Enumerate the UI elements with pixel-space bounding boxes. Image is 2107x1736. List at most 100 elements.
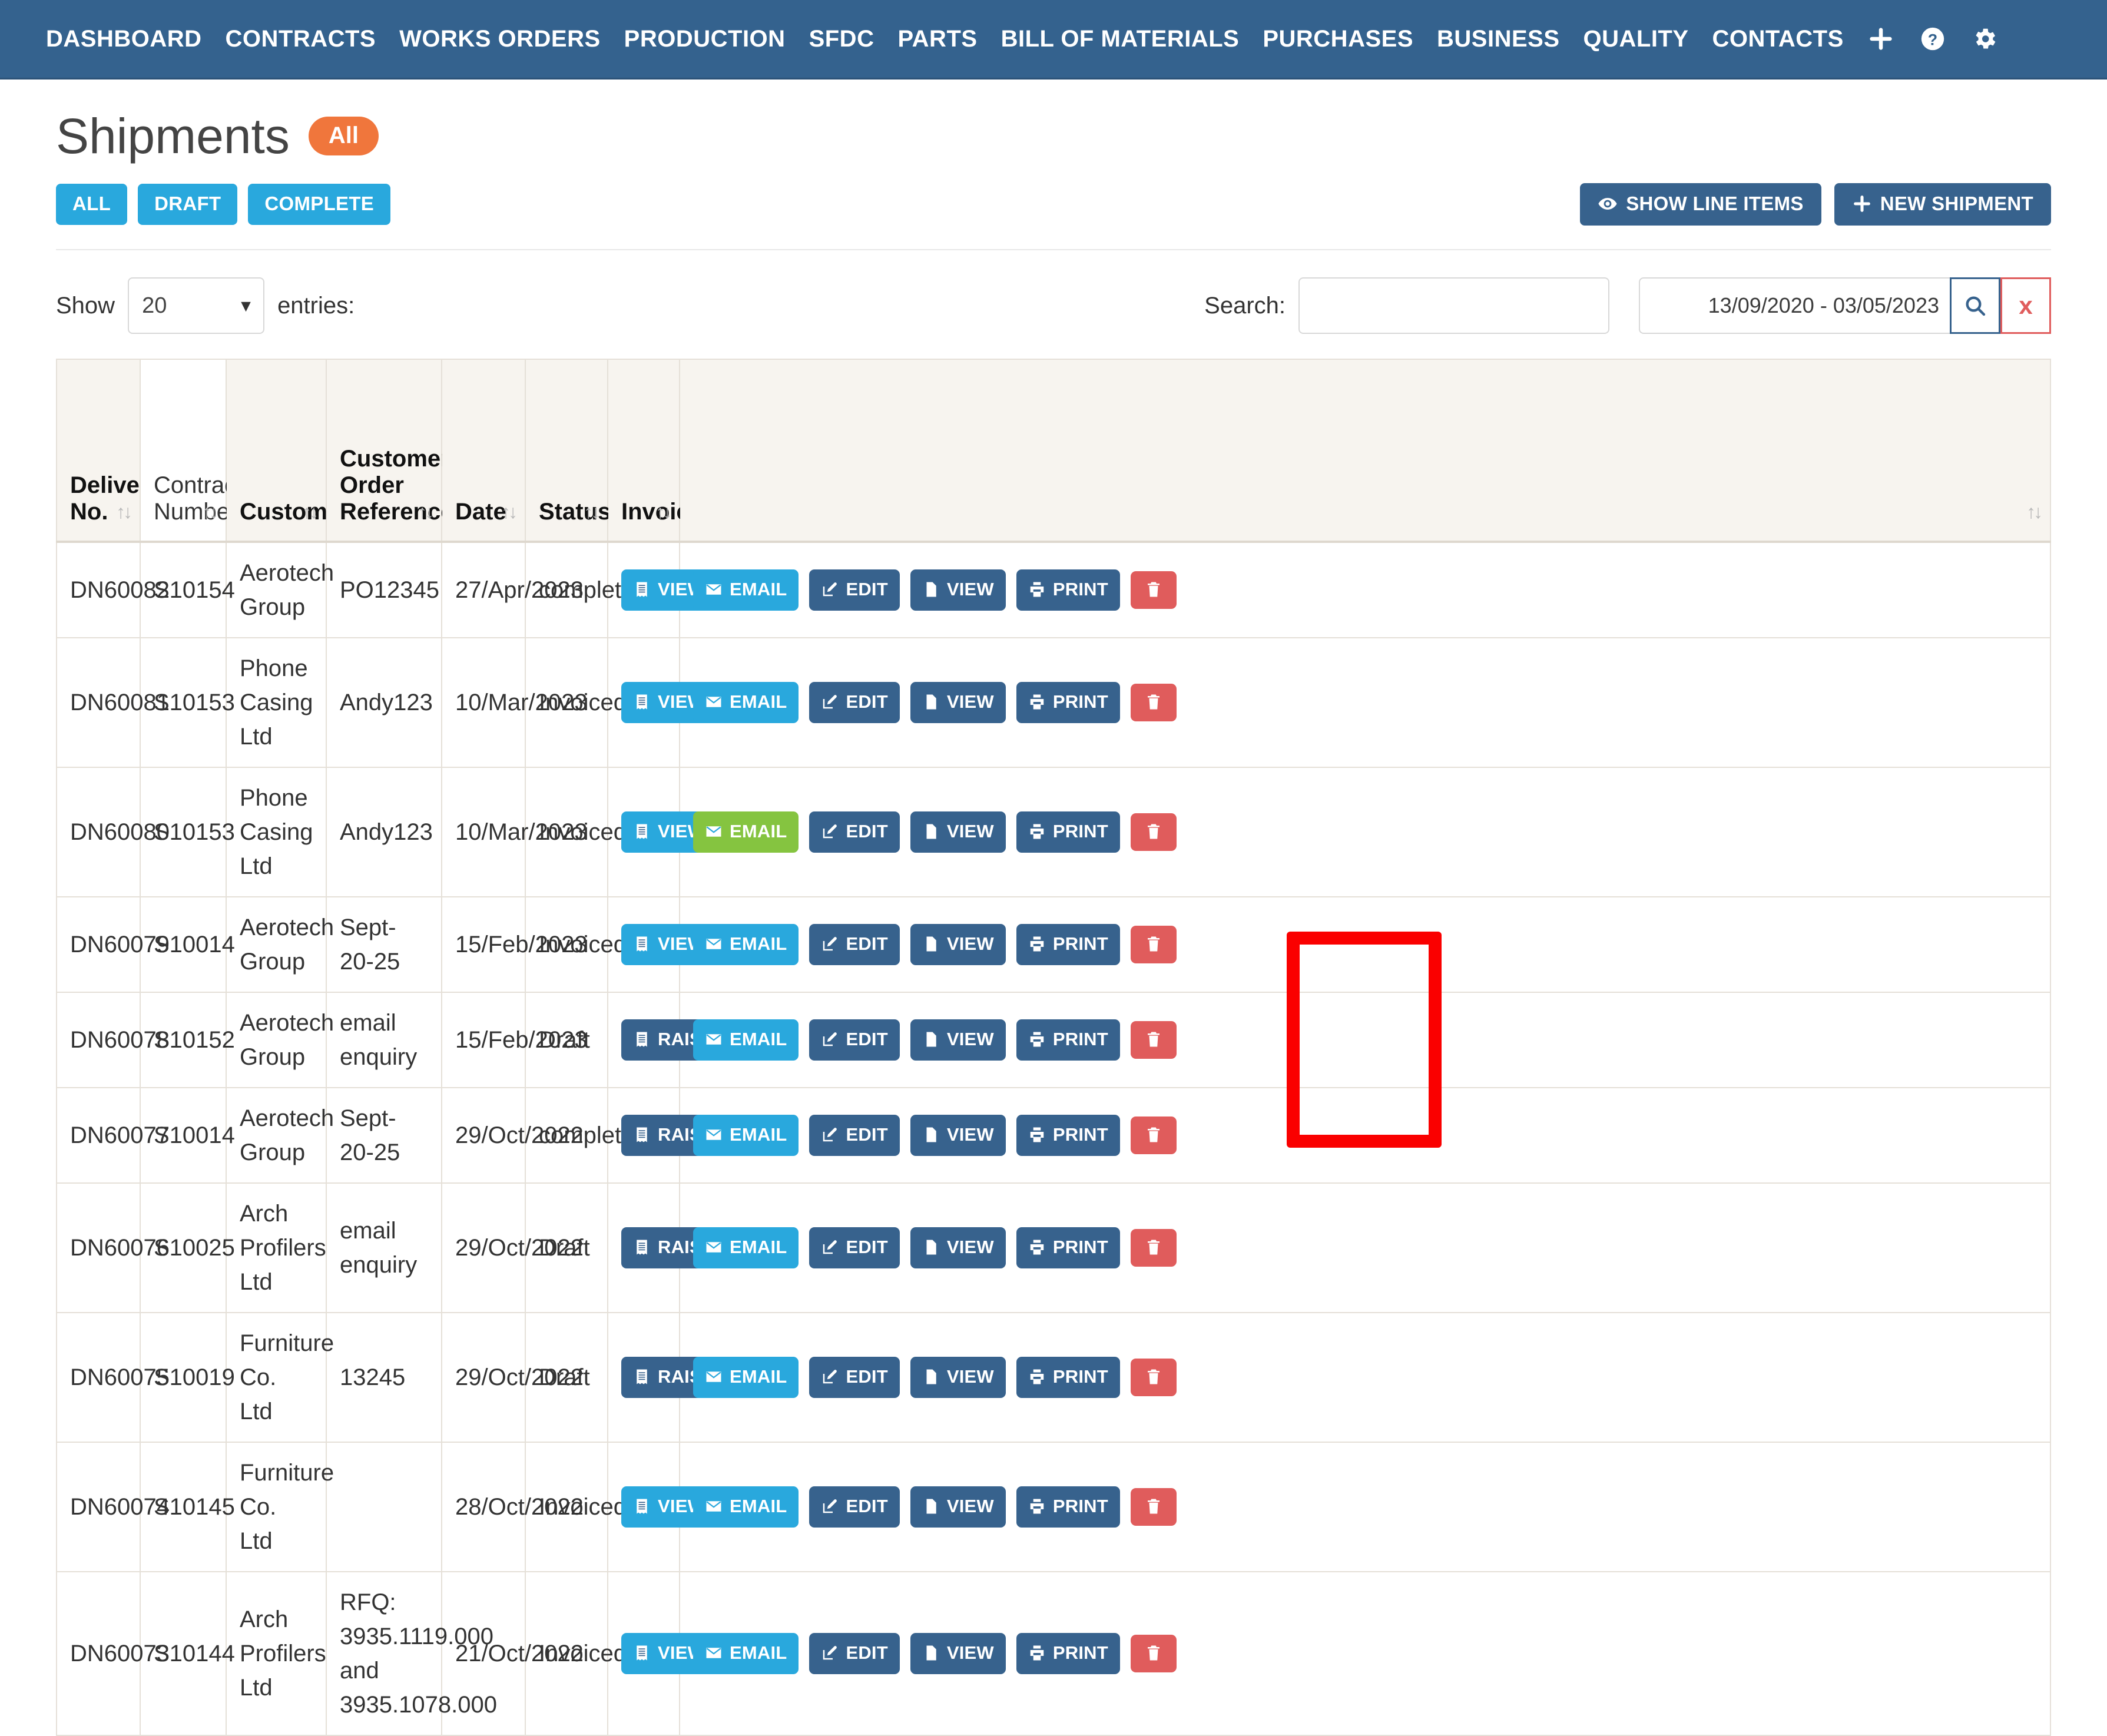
email-button[interactable]: EMAIL bbox=[693, 811, 799, 853]
date-search-button[interactable] bbox=[1950, 277, 2000, 334]
printer-icon bbox=[1028, 1238, 1046, 1256]
date-range-input[interactable]: 13/09/2020 - 03/05/2023 bbox=[1639, 277, 1950, 334]
edit-button[interactable]: EDIT bbox=[809, 1227, 899, 1268]
nav-item-quality[interactable]: QUALITY bbox=[1583, 26, 1689, 52]
envelope-icon bbox=[705, 693, 723, 711]
column-header-customer-order-reference[interactable]: Customer Order Reference↑↓ bbox=[326, 359, 442, 542]
nav-item-works-orders[interactable]: WORKS ORDERS bbox=[399, 26, 601, 52]
view-button[interactable]: VIEW bbox=[910, 1227, 1006, 1268]
show-line-items-label: SHOW LINE ITEMS bbox=[1626, 193, 1804, 215]
email-button[interactable]: EMAIL bbox=[693, 1115, 799, 1156]
delete-button[interactable] bbox=[1131, 1117, 1177, 1154]
column-header-status[interactable]: Status↑↓ bbox=[525, 359, 608, 542]
column-header-invoice[interactable]: Invoice↑↓ bbox=[608, 359, 680, 542]
help-circle-icon[interactable]: ? bbox=[1919, 25, 1946, 52]
nav-item-dashboard[interactable]: DASHBOARD bbox=[46, 26, 202, 52]
print-button[interactable]: PRINT bbox=[1016, 1357, 1120, 1398]
print-button[interactable]: PRINT bbox=[1016, 569, 1120, 611]
print-button[interactable]: PRINT bbox=[1016, 1019, 1120, 1061]
view-button[interactable]: VIEW bbox=[910, 1486, 1006, 1528]
print-button-label: PRINT bbox=[1053, 691, 1108, 713]
receipt-icon bbox=[633, 1644, 651, 1662]
email-button[interactable]: EMAIL bbox=[693, 1486, 799, 1528]
nav-item-bill-of-materials[interactable]: BILL OF MATERIALS bbox=[1001, 26, 1240, 52]
delete-button[interactable] bbox=[1131, 571, 1177, 609]
sort-updown-icon[interactable]: ↑↓ bbox=[202, 501, 216, 523]
cell-customer: Furniture Co. Ltd bbox=[226, 1442, 326, 1572]
column-header-contract-number[interactable]: Contract Number↑↓ bbox=[140, 359, 226, 542]
delete-button[interactable] bbox=[1131, 1229, 1177, 1267]
file-icon bbox=[922, 1126, 940, 1144]
print-button[interactable]: PRINT bbox=[1016, 924, 1120, 965]
view-button[interactable]: VIEW bbox=[910, 811, 1006, 853]
cell-date: 29/Oct/2022 bbox=[442, 1313, 525, 1442]
nav-item-business[interactable]: BUSINESS bbox=[1437, 26, 1560, 52]
email-button[interactable]: EMAIL bbox=[693, 569, 799, 611]
nav-item-production[interactable]: PRODUCTION bbox=[624, 26, 786, 52]
view-button[interactable]: VIEW bbox=[910, 1357, 1006, 1398]
edit-button[interactable]: EDIT bbox=[809, 682, 899, 723]
column-header-customer[interactable]: Customer↑↓ bbox=[226, 359, 326, 542]
sort-updown-icon[interactable]: ↑↓ bbox=[302, 501, 316, 523]
delete-button[interactable] bbox=[1131, 1488, 1177, 1526]
email-button[interactable]: EMAIL bbox=[693, 1357, 799, 1398]
filter-button-all[interactable]: ALL bbox=[56, 184, 127, 225]
delete-button[interactable] bbox=[1131, 1359, 1177, 1396]
edit-button[interactable]: EDIT bbox=[809, 1019, 899, 1061]
date-clear-button[interactable]: x bbox=[2000, 277, 2051, 334]
print-button[interactable]: PRINT bbox=[1016, 682, 1120, 723]
sort-updown-icon[interactable]: ↑↓ bbox=[2026, 501, 2040, 523]
delete-button[interactable] bbox=[1131, 684, 1177, 721]
email-button-label: EMAIL bbox=[730, 691, 787, 713]
print-button[interactable]: PRINT bbox=[1016, 1227, 1120, 1268]
edit-button[interactable]: EDIT bbox=[809, 1633, 899, 1674]
email-button[interactable]: EMAIL bbox=[693, 682, 799, 723]
delete-button[interactable] bbox=[1131, 813, 1177, 851]
edit-button[interactable]: EDIT bbox=[809, 1486, 899, 1528]
view-button[interactable]: VIEW bbox=[910, 1633, 1006, 1674]
edit-button[interactable]: EDIT bbox=[809, 811, 899, 853]
edit-button[interactable]: EDIT bbox=[809, 1115, 899, 1156]
show-line-items-button[interactable]: SHOW LINE ITEMS bbox=[1580, 183, 1821, 226]
delete-button[interactable] bbox=[1131, 1021, 1177, 1059]
gear-icon[interactable] bbox=[1971, 25, 1998, 52]
print-button[interactable]: PRINT bbox=[1016, 1486, 1120, 1528]
sort-updown-icon[interactable]: ↑↓ bbox=[501, 501, 515, 523]
view-button[interactable]: VIEW bbox=[910, 924, 1006, 965]
email-button[interactable]: EMAIL bbox=[693, 1227, 799, 1268]
sort-updown-icon[interactable]: ↑↓ bbox=[584, 501, 598, 523]
page-length-select[interactable]: 20 ▾ bbox=[128, 277, 264, 334]
view-button[interactable]: VIEW bbox=[910, 1019, 1006, 1061]
nav-item-purchases[interactable]: PURCHASES bbox=[1263, 26, 1413, 52]
edit-button[interactable]: EDIT bbox=[809, 1357, 899, 1398]
view-button[interactable]: VIEW bbox=[910, 682, 1006, 723]
column-header-delivery-no[interactable]: Delivery No.↑↓ bbox=[57, 359, 140, 542]
new-shipment-button[interactable]: NEW SHIPMENT bbox=[1834, 183, 2051, 226]
column-header-actions[interactable]: ↑↓ bbox=[680, 359, 2050, 542]
sort-updown-icon[interactable]: ↑↓ bbox=[655, 501, 670, 523]
search-input[interactable] bbox=[1298, 277, 1609, 334]
nav-item-sfdc[interactable]: SFDC bbox=[809, 26, 874, 52]
email-button[interactable]: EMAIL bbox=[693, 1633, 799, 1674]
delete-button[interactable] bbox=[1131, 1635, 1177, 1672]
view-button[interactable]: VIEW bbox=[910, 1115, 1006, 1156]
print-button[interactable]: PRINT bbox=[1016, 1115, 1120, 1156]
nav-item-contracts[interactable]: CONTRACTS bbox=[226, 26, 376, 52]
view-button[interactable]: VIEW bbox=[910, 569, 1006, 611]
nav-item-contacts[interactable]: CONTACTS bbox=[1712, 26, 1844, 52]
edit-button[interactable]: EDIT bbox=[809, 569, 899, 611]
column-header-date[interactable]: Date↑↓ bbox=[442, 359, 525, 542]
sort-updown-icon[interactable]: ↑↓ bbox=[418, 501, 432, 523]
filter-button-draft[interactable]: DRAFT bbox=[138, 184, 237, 225]
print-button[interactable]: PRINT bbox=[1016, 1633, 1120, 1674]
print-button[interactable]: PRINT bbox=[1016, 811, 1120, 853]
edit-button[interactable]: EDIT bbox=[809, 924, 899, 965]
sort-updown-icon[interactable]: ↑↓ bbox=[116, 501, 130, 523]
file-icon bbox=[922, 1368, 940, 1386]
nav-item-parts[interactable]: PARTS bbox=[897, 26, 977, 52]
email-button[interactable]: EMAIL bbox=[693, 924, 799, 965]
filter-button-complete[interactable]: COMPLETE bbox=[248, 184, 390, 225]
plus-icon[interactable] bbox=[1867, 25, 1894, 52]
email-button[interactable]: EMAIL bbox=[693, 1019, 799, 1061]
delete-button[interactable] bbox=[1131, 926, 1177, 963]
